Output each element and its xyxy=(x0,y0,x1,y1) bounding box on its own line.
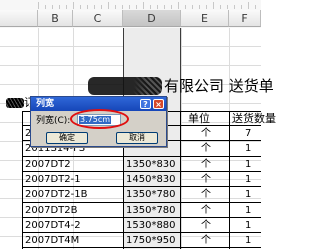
column-header-e[interactable]: E xyxy=(181,10,229,27)
ruler-tick xyxy=(143,2,144,9)
column-width-dialog: 列宽 ? × 列宽(C): 3.75cm 确定 取消 xyxy=(30,96,167,147)
ruler-tick xyxy=(45,5,46,9)
table-border xyxy=(22,111,23,249)
column-header-b[interactable]: B xyxy=(38,10,73,27)
row-separator xyxy=(22,217,261,218)
ruler-tick xyxy=(80,5,81,9)
row-code[interactable]: 2007DT2-1 xyxy=(25,174,81,186)
row-unit[interactable]: 个 xyxy=(201,128,211,140)
column-header-c[interactable]: C xyxy=(73,10,123,27)
row-separator xyxy=(22,156,261,157)
redacted-order-prefix xyxy=(6,98,24,108)
ruler-tick xyxy=(178,2,179,9)
ruler-tick xyxy=(115,5,116,9)
ruler-tick xyxy=(241,5,242,9)
ruler-tick xyxy=(171,5,172,9)
ruler-tick xyxy=(87,5,88,9)
ruler-tick xyxy=(213,2,214,9)
ruler-tick xyxy=(234,5,235,9)
row-spec[interactable]: 1350*830 xyxy=(126,159,176,171)
ruler-tick xyxy=(38,2,39,9)
ruler-tick xyxy=(227,5,228,9)
row-separator xyxy=(22,202,261,203)
row-spec[interactable]: 1350*780 xyxy=(126,205,176,217)
column-header-f[interactable]: F xyxy=(229,10,261,27)
ruler-tick xyxy=(108,2,109,9)
ruler-tick xyxy=(129,5,130,9)
row-unit[interactable]: 个 xyxy=(201,235,211,247)
ruler-tick xyxy=(66,5,67,9)
column-header-d[interactable]: D xyxy=(123,10,181,27)
ruler-tick xyxy=(94,5,95,9)
ruler-tick xyxy=(206,5,207,9)
ruler-tick xyxy=(192,5,193,9)
row-unit[interactable]: 个 xyxy=(201,159,211,171)
row-code[interactable]: 2007DT4M xyxy=(25,235,79,247)
sheet-title: 有限公司 送货单 xyxy=(164,77,274,95)
row-separator xyxy=(22,171,261,172)
row-qty[interactable]: 1 xyxy=(245,205,251,217)
ruler-tick xyxy=(199,5,200,9)
row-separator xyxy=(22,186,261,187)
ruler-tick xyxy=(101,5,102,9)
row-qty[interactable]: 1 xyxy=(245,189,251,201)
ruler-tick xyxy=(220,5,221,9)
table-border xyxy=(229,111,230,249)
gridline xyxy=(181,28,182,249)
ruler-tick xyxy=(248,2,249,9)
row-separator xyxy=(22,247,261,248)
row-qty[interactable]: 7 xyxy=(245,128,251,140)
row-qty[interactable]: 1 xyxy=(245,174,251,186)
header-qty: 送货数量 xyxy=(232,112,276,125)
ruler-tick xyxy=(52,5,53,9)
table-border xyxy=(180,111,181,249)
row-unit[interactable]: 个 xyxy=(201,205,211,217)
row-qty[interactable]: 1 xyxy=(245,235,251,247)
row-unit[interactable]: 个 xyxy=(201,174,211,186)
ok-button[interactable]: 确定 xyxy=(46,132,88,144)
column-header-strip: B C D E F xyxy=(0,0,261,28)
ruler-tick xyxy=(157,5,158,9)
row-unit[interactable]: 个 xyxy=(201,143,211,155)
row-spec[interactable]: 1750*950 xyxy=(126,235,176,247)
ruler-tick xyxy=(255,5,256,9)
row-qty[interactable]: 1 xyxy=(245,220,251,232)
column-width-label: 列宽(C): xyxy=(36,116,71,126)
row-unit[interactable]: 个 xyxy=(201,189,211,201)
ruler-tick xyxy=(122,5,123,9)
highlight-circle xyxy=(70,109,129,129)
row-spec[interactable]: 1530*880 xyxy=(126,220,176,232)
column-header-corner[interactable] xyxy=(0,10,38,27)
help-button[interactable]: ? xyxy=(140,99,151,109)
row-qty[interactable]: 1 xyxy=(245,159,251,171)
close-button[interactable]: × xyxy=(153,99,164,109)
ruler-tick xyxy=(136,5,137,9)
row-code[interactable]: 2007DT2-1B xyxy=(25,189,87,201)
row-code[interactable]: 2007DT4-2 xyxy=(25,220,81,232)
redacted-company-name xyxy=(88,77,162,95)
cancel-button[interactable]: 取消 xyxy=(116,132,158,144)
header-unit: 单位 xyxy=(188,112,210,125)
row-unit[interactable]: 个 xyxy=(201,220,211,232)
ruler-tick xyxy=(150,5,151,9)
row-spec[interactable]: 1450*830 xyxy=(126,174,176,186)
ruler xyxy=(38,1,261,10)
ruler-tick xyxy=(164,5,165,9)
row-qty[interactable]: 1 xyxy=(245,143,251,155)
ruler-tick xyxy=(59,5,60,9)
ruler-tick xyxy=(73,2,74,9)
ruler-tick xyxy=(185,5,186,9)
row-separator xyxy=(22,232,261,233)
dialog-title: 列宽 xyxy=(36,99,55,109)
row-code[interactable]: 2007DT2B xyxy=(25,205,77,217)
row-spec[interactable]: 1350*780 xyxy=(126,189,176,201)
row-code[interactable]: 2007DT2 xyxy=(25,159,71,171)
